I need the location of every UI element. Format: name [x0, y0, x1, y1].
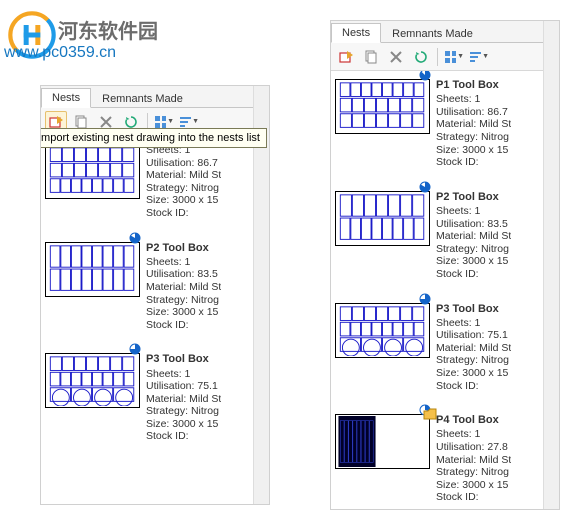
nest-thumbnail [45, 144, 140, 199]
watermark-url: www.pc0359.cn [4, 44, 116, 62]
nest-thumbnail [335, 79, 430, 134]
watermark-text: 河东软件园 [58, 15, 158, 44]
utilisation-pie-icon [129, 343, 141, 355]
nest-meta: P3 Tool Box Sheets: 1 Utilisation: 75.1 … [146, 353, 221, 443]
nest-thumbnail [335, 191, 430, 246]
sort-button[interactable]: ▼ [468, 46, 490, 68]
list-item[interactable]: Sheets: 1 Utilisation: 86.7 Material: Mi… [43, 140, 267, 238]
copy-button[interactable] [360, 46, 382, 68]
folder-icon [423, 408, 437, 423]
nest-title: P4 Tool Box [436, 414, 511, 427]
list-item[interactable]: P3 Tool Box Sheets: 1 Utilisation: 75.1 … [43, 349, 267, 461]
scrollbar[interactable] [253, 86, 269, 504]
list-item[interactable]: P4 Tool Box Sheets: 1 Utilisation: 27.8 … [333, 410, 557, 509]
nest-meta: Sheets: 1 Utilisation: 86.7 Material: Mi… [146, 144, 221, 220]
separator [437, 48, 438, 66]
tab-strip: Nests Remnants Made [331, 21, 559, 43]
nest-list-right[interactable]: P1 Tool Box Sheets: 1 Utilisation: 86.7 … [331, 71, 559, 509]
utilisation-pie-icon [419, 71, 431, 81]
chevron-down-icon: ▼ [482, 53, 489, 60]
tab-strip: Nests Remnants Made [41, 86, 269, 108]
nest-title: P2 Tool Box [146, 242, 221, 255]
utilisation-pie-icon [419, 293, 431, 305]
chevron-down-icon: ▼ [457, 53, 464, 60]
nests-panel-left: Nests Remnants Made Import existing nest… [40, 85, 270, 505]
tab-remnants[interactable]: Remnants Made [91, 89, 194, 108]
nest-title: P2 Tool Box [436, 191, 511, 204]
nest-title: P3 Tool Box [436, 303, 511, 316]
list-item[interactable]: P1 Tool Box Sheets: 1 Utilisation: 86.7 … [333, 75, 557, 187]
nest-title: P1 Tool Box [436, 79, 511, 92]
list-item[interactable]: P3 Tool Box Sheets: 1 Utilisation: 75.1 … [333, 299, 557, 411]
chevron-down-icon: ▼ [167, 118, 174, 125]
import-nest-button[interactable]: Import existing nest drawing into the ne… [45, 111, 67, 133]
nest-thumbnail [45, 353, 140, 408]
nest-meta: P2 Tool Box Sheets: 1 Utilisation: 83.5 … [436, 191, 511, 281]
nest-meta: P3 Tool Box Sheets: 1 Utilisation: 75.1 … [436, 303, 511, 393]
nest-list-left[interactable]: Sheets: 1 Utilisation: 86.7 Material: Mi… [41, 136, 269, 504]
refresh-button[interactable] [410, 46, 432, 68]
import-nest-button[interactable] [335, 46, 357, 68]
tab-remnants[interactable]: Remnants Made [381, 24, 484, 43]
nest-title: P3 Tool Box [146, 353, 221, 366]
nest-meta: P1 Tool Box Sheets: 1 Utilisation: 86.7 … [436, 79, 511, 169]
nest-thumbnail [45, 242, 140, 297]
scrollbar[interactable] [543, 21, 559, 509]
toolbar: ▼ ▼ [331, 43, 559, 71]
tab-nests[interactable]: Nests [41, 88, 91, 108]
list-item[interactable]: P2 Tool Box Sheets: 1 Utilisation: 83.5 … [333, 187, 557, 299]
list-item[interactable]: P2 Tool Box Sheets: 1 Utilisation: 83.5 … [43, 238, 267, 350]
nest-thumbnail [335, 414, 430, 469]
nest-meta: P4 Tool Box Sheets: 1 Utilisation: 27.8 … [436, 414, 511, 504]
toolbar: Import existing nest drawing into the ne… [41, 108, 269, 136]
nest-thumbnail [335, 303, 430, 358]
delete-button[interactable] [385, 46, 407, 68]
tooltip: Import existing nest drawing into the ne… [40, 128, 267, 148]
utilisation-pie-icon [129, 232, 141, 244]
chevron-down-icon: ▼ [192, 118, 199, 125]
view-mode-button[interactable]: ▼ [443, 46, 465, 68]
utilisation-pie-icon [419, 181, 431, 193]
nest-meta: P2 Tool Box Sheets: 1 Utilisation: 83.5 … [146, 242, 221, 332]
tab-nests[interactable]: Nests [331, 23, 381, 43]
nests-panel-right: Nests Remnants Made ▼ ▼ P1 To [330, 20, 560, 510]
